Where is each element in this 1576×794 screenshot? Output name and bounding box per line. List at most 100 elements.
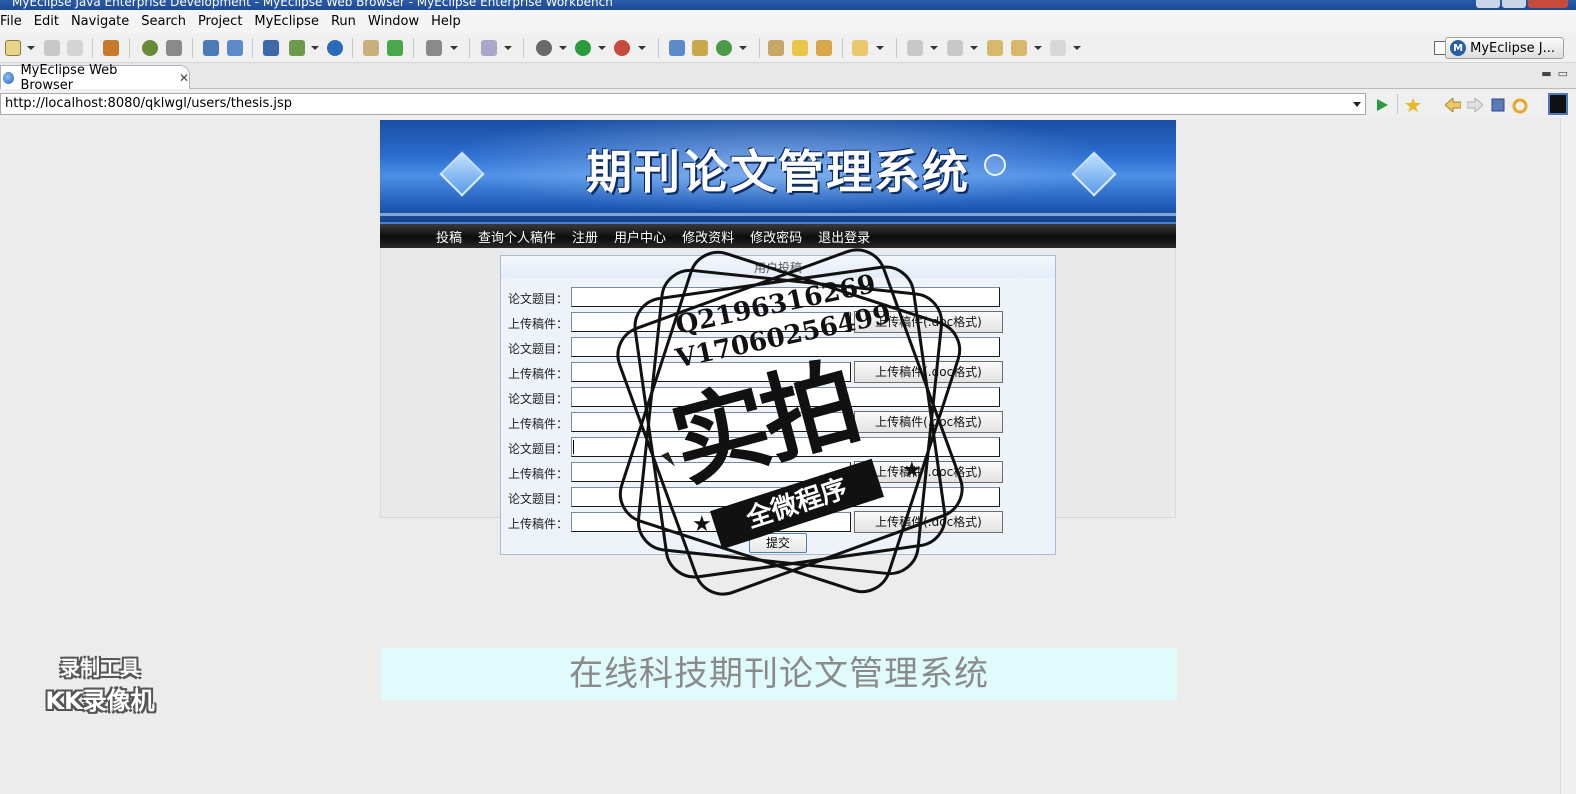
run-icon[interactable]: [575, 40, 591, 56]
run-config-icon[interactable]: [289, 40, 305, 56]
browser-forward-icon[interactable]: [1467, 98, 1483, 112]
next-annotation-dropdown-icon[interactable]: [930, 46, 938, 50]
url-text: http://localhost:8080/qklwgl/users/thesi…: [5, 96, 293, 111]
close-tab-icon[interactable]: ✕: [179, 71, 189, 85]
last-edit-icon[interactable]: [987, 40, 1003, 56]
menu-navigate[interactable]: Navigate: [65, 14, 135, 29]
forward-icon[interactable]: [1050, 40, 1066, 56]
nav-user-center[interactable]: 用户中心: [614, 227, 666, 246]
minimize-view-icon[interactable]: ▬: [1541, 67, 1551, 80]
nav-register[interactable]: 注册: [572, 227, 598, 246]
nav-submit[interactable]: 投稿: [436, 227, 462, 246]
upload-file-button[interactable]: 上传稿件(.doc格式): [854, 511, 1003, 533]
title-row: 论文题目：: [501, 386, 1055, 411]
file-path-input[interactable]: [571, 462, 851, 482]
tab-web-browser[interactable]: MyEclipse Web Browser ✕: [0, 63, 190, 93]
title-input[interactable]: [571, 487, 1000, 507]
menu-bar: File Edit Navigate Search Project MyEcli…: [0, 10, 1576, 33]
menu-search[interactable]: Search: [135, 14, 192, 29]
debug-server-icon[interactable]: [142, 40, 158, 56]
close-window-button[interactable]: [1528, 0, 1568, 8]
vertical-scrollbar[interactable]: [1560, 118, 1576, 794]
go-icon[interactable]: [1375, 98, 1389, 112]
run-dropdown-icon[interactable]: [598, 46, 606, 50]
menu-edit[interactable]: Edit: [28, 14, 65, 29]
database-icon[interactable]: [263, 40, 279, 56]
folder-dropdown-icon[interactable]: [876, 46, 884, 50]
new-icon[interactable]: [5, 40, 21, 56]
title-input[interactable]: [571, 387, 1000, 407]
menu-project[interactable]: Project: [192, 14, 248, 29]
maximize-button[interactable]: [1502, 0, 1526, 8]
new-package-icon[interactable]: [692, 40, 708, 56]
minimize-button[interactable]: [1476, 0, 1500, 8]
menu-file[interactable]: File: [0, 14, 28, 29]
package-icon[interactable]: [103, 40, 119, 56]
open-type-icon[interactable]: [481, 40, 497, 56]
web-browser-icon[interactable]: [327, 40, 343, 56]
back-icon[interactable]: [1011, 40, 1027, 56]
open-resource-icon[interactable]: [816, 40, 832, 56]
stop-icon[interactable]: [1491, 98, 1505, 112]
refresh-icon[interactable]: [1512, 98, 1528, 114]
maximize-view-icon[interactable]: ▭: [1558, 67, 1568, 80]
deploy-icon[interactable]: [203, 40, 219, 56]
console-icon[interactable]: [1548, 93, 1568, 115]
file-path-input[interactable]: [571, 412, 851, 432]
new-dropdown-icon[interactable]: [27, 46, 35, 50]
forward-dropdown-icon[interactable]: [1073, 46, 1081, 50]
nav-logout[interactable]: 退出登录: [818, 227, 870, 246]
favorites-icon[interactable]: [1405, 98, 1421, 112]
submit-button[interactable]: 提交: [749, 533, 807, 553]
debug-icon[interactable]: [536, 40, 552, 56]
folder-icon[interactable]: [852, 40, 868, 56]
upload-file-button[interactable]: 上传稿件(.doc格式): [854, 361, 1003, 383]
file-path-input[interactable]: [571, 312, 851, 332]
nav-query-manuscripts[interactable]: 查询个人稿件: [478, 227, 556, 246]
menu-run[interactable]: Run: [325, 14, 362, 29]
nav-edit-profile[interactable]: 修改资料: [682, 227, 734, 246]
url-history-dropdown-icon[interactable]: [1353, 102, 1361, 107]
new-class-dropdown-icon[interactable]: [739, 46, 747, 50]
nav-change-password[interactable]: 修改密码: [750, 227, 802, 246]
menu-help[interactable]: Help: [425, 14, 467, 29]
redeploy-icon[interactable]: [227, 40, 243, 56]
window-title: MyEclipse Java Enterprise Development - …: [12, 0, 613, 9]
server-icon[interactable]: [166, 40, 182, 56]
print-icon[interactable]: [67, 40, 83, 56]
file-path-input[interactable]: [571, 512, 851, 532]
title-input-focused[interactable]: [571, 437, 1000, 457]
pin-icon[interactable]: [792, 40, 808, 56]
browser-back-icon[interactable]: [1445, 98, 1461, 112]
perspective-button[interactable]: M MyEclipse J...: [1445, 37, 1564, 59]
add-icon[interactable]: [387, 40, 403, 56]
open-folder-icon[interactable]: [363, 40, 379, 56]
upload-file-button[interactable]: 上传稿件(.doc格式): [854, 311, 1003, 333]
file-path-input[interactable]: [571, 362, 851, 382]
external-tools-dropdown-icon[interactable]: [638, 46, 646, 50]
upload-file-button[interactable]: 上传稿件(.doc格式): [854, 411, 1003, 433]
external-tools-icon[interactable]: [614, 40, 630, 56]
back-dropdown-icon[interactable]: [1034, 46, 1042, 50]
text-caret: [573, 440, 574, 454]
globe-icon: [3, 71, 15, 84]
open-type-dropdown-icon[interactable]: [504, 46, 512, 50]
title-input[interactable]: [571, 287, 1000, 307]
file-row: 上传稿件： 上传稿件(.doc格式): [501, 461, 1055, 486]
previous-annotation-icon[interactable]: [947, 40, 963, 56]
upload-file-button[interactable]: 上传稿件(.doc格式): [854, 461, 1003, 483]
new-class-icon[interactable]: [716, 40, 732, 56]
new-project-icon[interactable]: [669, 40, 685, 56]
debug-dropdown-icon[interactable]: [559, 46, 567, 50]
url-input[interactable]: http://localhost:8080/qklwgl/users/thesi…: [0, 93, 1366, 115]
screen-icon[interactable]: [426, 40, 442, 56]
next-annotation-icon[interactable]: [907, 40, 923, 56]
menu-myeclipse[interactable]: MyEclipse: [248, 14, 325, 29]
run-config-dropdown-icon[interactable]: [311, 46, 319, 50]
save-icon[interactable]: [44, 40, 60, 56]
open-task-icon[interactable]: [768, 40, 784, 56]
title-input[interactable]: [571, 337, 1000, 357]
previous-annotation-dropdown-icon[interactable]: [970, 46, 978, 50]
screen-dropdown-icon[interactable]: [450, 46, 458, 50]
menu-window[interactable]: Window: [362, 14, 425, 29]
